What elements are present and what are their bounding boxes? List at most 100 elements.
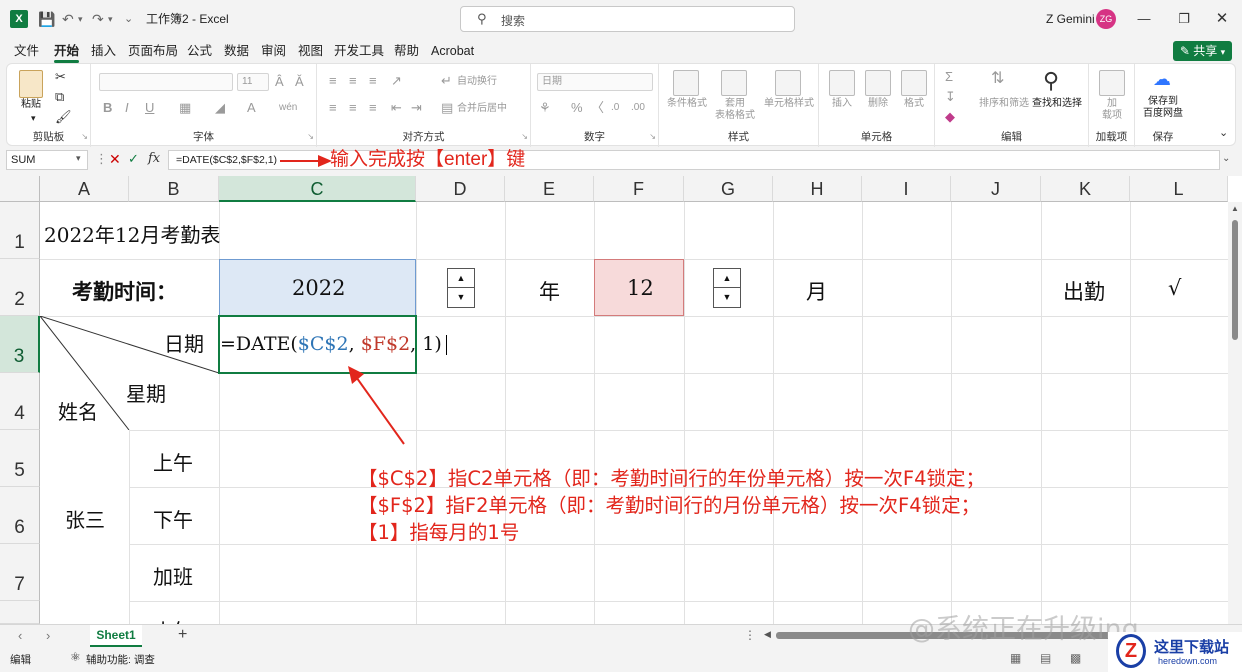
scroll-left-icon[interactable]: ◀ — [764, 629, 771, 640]
column-header-c[interactable]: C — [219, 176, 416, 202]
conditional-format-button[interactable]: 条件格式 — [665, 98, 709, 110]
column-header-a[interactable]: A — [40, 176, 129, 202]
format-cells-icon[interactable] — [901, 70, 927, 96]
search-box[interactable]: ⚲ 搜索 — [460, 6, 795, 32]
accessibility-status[interactable]: 辅助功能: 调查 — [86, 652, 155, 667]
avatar[interactable]: ZG — [1096, 9, 1116, 29]
format-as-table-button[interactable]: 套用 表格格式 — [711, 98, 759, 122]
sort-filter-button[interactable]: 排序和筛选 — [979, 98, 1029, 110]
row-header-1[interactable]: 1 — [0, 202, 40, 259]
italic-icon[interactable]: I — [125, 101, 129, 115]
column-header-l[interactable]: L — [1130, 176, 1228, 202]
cell-c3-formula[interactable]: =DATE($C$2, $F$2, 1) — [220, 333, 447, 355]
next-sheet-icon[interactable]: › — [46, 628, 50, 643]
normal-view-icon[interactable]: ▦ — [1010, 651, 1021, 665]
baidu-cloud-icon[interactable]: ☁ — [1153, 70, 1171, 88]
tab-split-icon[interactable]: ⋮ — [744, 628, 756, 642]
font-size-box[interactable]: 11 — [237, 73, 269, 91]
prev-sheet-icon[interactable]: ‹ — [18, 628, 22, 643]
year-down-icon[interactable]: ▼ — [448, 288, 474, 307]
cell-styles-icon[interactable] — [775, 70, 801, 96]
align-top-icon[interactable]: ≡ — [329, 74, 337, 88]
format-painter-icon[interactable]: 🖌 — [55, 110, 72, 124]
tab-help[interactable]: 帮助 — [394, 42, 419, 60]
month-down-icon[interactable]: ▼ — [714, 288, 740, 307]
autosum-icon[interactable]: Σ — [945, 70, 953, 84]
row-header-6[interactable]: 6 — [0, 487, 40, 544]
phonetic-icon[interactable]: wén — [279, 101, 297, 115]
delete-cells-icon[interactable] — [865, 70, 891, 96]
decrease-decimal-icon[interactable]: .00 — [631, 101, 645, 115]
save-baidu-button[interactable]: 保存到 百度网盘 — [1137, 96, 1189, 120]
addins-icon[interactable] — [1099, 70, 1125, 96]
sheet-tab-sheet1[interactable]: Sheet1 — [90, 625, 142, 647]
tab-formulas[interactable]: 公式 — [187, 42, 212, 60]
page-layout-view-icon[interactable]: ▤ — [1040, 651, 1051, 665]
align-bottom-icon[interactable]: ≡ — [369, 74, 377, 88]
user-name[interactable]: Z Gemini — [1046, 9, 1095, 29]
format-as-table-icon[interactable] — [721, 70, 747, 96]
tab-home[interactable]: 开始 — [54, 42, 80, 63]
share-button[interactable]: ✎ 共享 ▾ — [1173, 41, 1232, 61]
decrease-font-icon[interactable]: Ǎ — [295, 75, 304, 89]
align-right-icon[interactable]: ≡ — [369, 101, 377, 115]
close-icon[interactable]: ✕ — [1212, 9, 1232, 29]
cell-styles-button[interactable]: 单元格样式 — [761, 98, 817, 110]
font-launcher-icon[interactable]: ↘ — [307, 130, 314, 144]
column-header-h[interactable]: H — [773, 176, 862, 202]
cell-b7[interactable]: 加班 — [153, 561, 193, 590]
conditional-format-icon[interactable] — [673, 70, 699, 96]
wrap-text-button[interactable]: 自动换行 — [457, 76, 497, 88]
column-header-b[interactable]: B — [129, 176, 219, 202]
column-header-d[interactable]: D — [416, 176, 505, 202]
add-sheet-button[interactable]: + — [178, 626, 187, 644]
undo-icon[interactable]: ↶ — [62, 9, 74, 29]
vertical-scroll-thumb[interactable] — [1232, 220, 1238, 340]
cell-a2[interactable]: 考勤时间： — [72, 276, 177, 306]
column-header-k[interactable]: K — [1041, 176, 1130, 202]
enter-icon[interactable]: ✓ — [128, 151, 139, 167]
fill-icon[interactable]: ↧ — [945, 90, 956, 104]
percent-icon[interactable]: % — [571, 101, 583, 115]
collapse-ribbon-icon[interactable]: ⌄ — [1219, 126, 1228, 140]
cancel-icon[interactable]: ✕ — [109, 151, 121, 168]
cell-k2[interactable]: 出勤 — [1063, 276, 1105, 306]
clear-icon[interactable]: ◆ — [945, 110, 955, 124]
year-up-icon[interactable]: ▲ — [448, 269, 474, 288]
tab-page-layout[interactable]: 页面布局 — [128, 42, 178, 60]
column-header-e[interactable]: E — [505, 176, 594, 202]
cut-icon[interactable]: ✂ — [55, 70, 66, 84]
column-header-f[interactable]: F — [594, 176, 684, 202]
insert-function-icon[interactable]: fx — [148, 151, 160, 166]
paste-dropdown-icon[interactable]: ▾ — [31, 112, 36, 124]
wrap-text-icon[interactable]: ↵ — [441, 74, 452, 88]
fill-color-icon[interactable]: ◢ — [215, 101, 225, 115]
row-header-3[interactable]: 3 — [0, 316, 40, 373]
name-box-dropdown-icon[interactable]: ▾ — [76, 153, 81, 164]
delete-cells-button[interactable]: 删除 — [863, 98, 893, 110]
align-middle-icon[interactable]: ≡ — [349, 74, 357, 88]
number-launcher-icon[interactable]: ↘ — [649, 130, 656, 144]
find-select-icon[interactable]: ⚲ — [1043, 70, 1059, 92]
addins-button[interactable]: 加 载项 — [1095, 98, 1129, 122]
cell-b8[interactable]: 小午 — [129, 601, 219, 624]
row-header-2[interactable]: 2 — [0, 259, 40, 316]
decrease-indent-icon[interactable]: ⇤ — [391, 101, 402, 115]
cell-b4[interactable]: 星期 — [126, 378, 166, 407]
cell-l2[interactable]: √ — [1168, 276, 1181, 300]
merge-center-button[interactable]: 合并后居中 — [457, 103, 507, 115]
minimize-icon[interactable]: — — [1134, 9, 1154, 29]
alignment-launcher-icon[interactable]: ↘ — [521, 130, 528, 144]
align-left-icon[interactable]: ≡ — [329, 101, 337, 115]
select-all-corner[interactable] — [0, 176, 40, 202]
tab-data[interactable]: 数据 — [224, 42, 249, 60]
row-header-7[interactable]: 7 — [0, 544, 40, 601]
sort-filter-icon[interactable]: ⇅ — [991, 71, 1004, 87]
tab-developer[interactable]: 开发工具 — [334, 42, 384, 60]
cell-a4[interactable]: 姓名 — [58, 396, 98, 425]
cell-a1[interactable]: 2022年12月考勤表 — [44, 219, 220, 248]
cell-a6[interactable]: 张三 — [65, 504, 105, 533]
redo-icon[interactable]: ↷ — [92, 9, 104, 29]
copy-icon[interactable]: ⧉ — [55, 90, 64, 104]
month-spinner[interactable]: ▲ ▼ — [713, 268, 741, 308]
